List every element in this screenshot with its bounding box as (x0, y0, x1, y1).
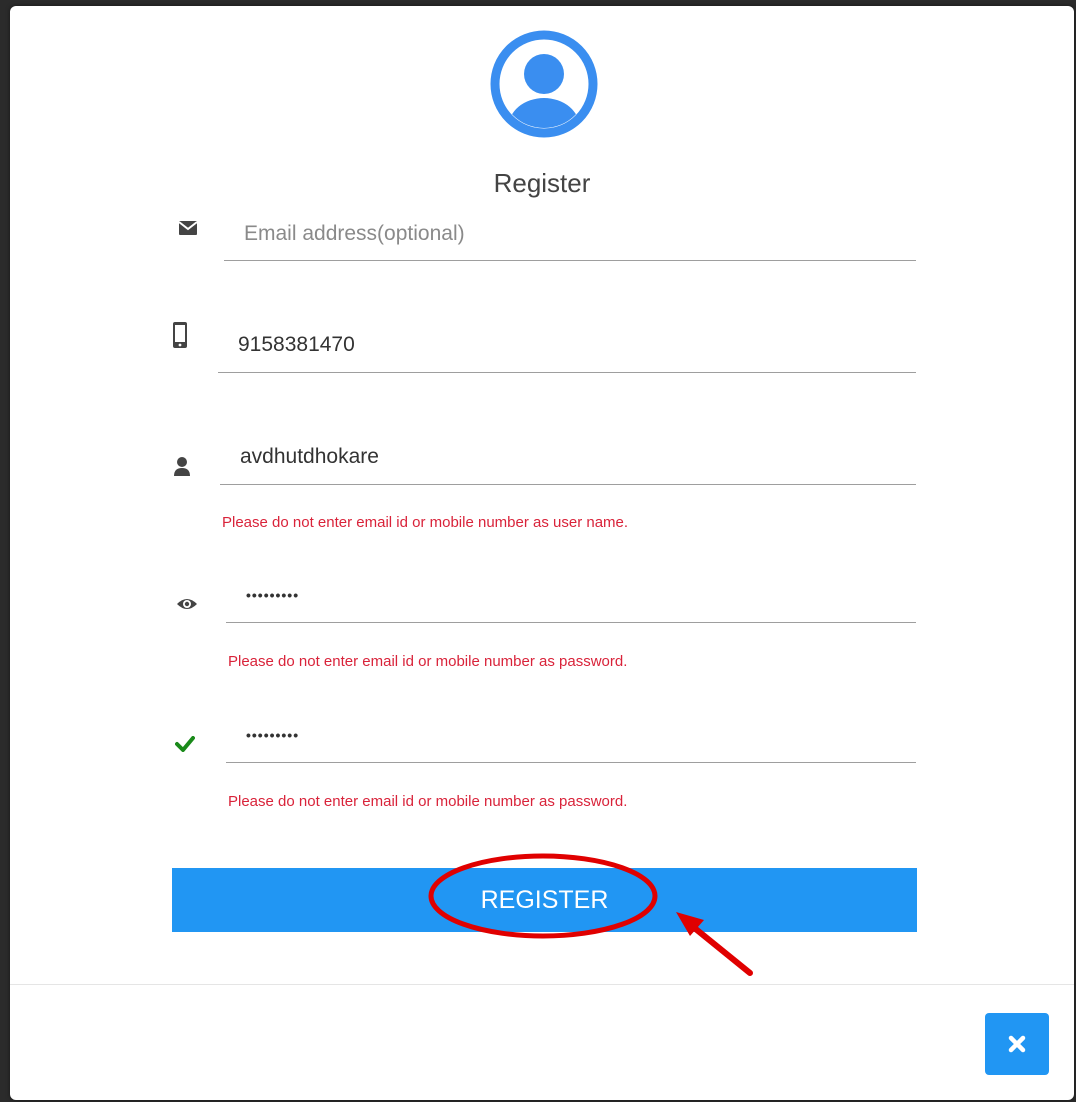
mobile-phone-icon (168, 322, 192, 348)
username-error-message: Please do not enter email id or mobile n… (222, 514, 629, 531)
password-error-message: Please do not enter email id or mobile n… (228, 653, 628, 670)
footer-divider (10, 984, 1074, 985)
username-field-wrapper (220, 430, 916, 485)
check-icon (173, 732, 197, 756)
mobile-field[interactable] (218, 318, 916, 372)
envelope-icon (176, 216, 200, 240)
email-field[interactable] (224, 208, 916, 260)
user-icon (170, 454, 194, 478)
email-field-wrapper (224, 208, 916, 261)
username-field[interactable] (220, 430, 916, 484)
register-button[interactable]: REGISTER (172, 868, 917, 932)
password-field-wrapper (226, 568, 916, 623)
confirm-password-error-message: Please do not enter email id or mobile n… (228, 793, 628, 810)
close-button[interactable] (985, 1013, 1049, 1075)
close-icon (1008, 1035, 1026, 1053)
register-dialog: Register Please do not enter email id or… (10, 6, 1074, 1100)
user-avatar-icon (490, 30, 598, 138)
password-field[interactable] (226, 568, 916, 622)
confirm-password-field[interactable] (226, 708, 916, 762)
annotation-arrow-line (689, 923, 753, 976)
confirm-password-field-wrapper (226, 708, 916, 763)
mobile-field-wrapper (218, 318, 916, 373)
dialog-title: Register (493, 168, 591, 198)
eye-icon[interactable] (175, 592, 199, 616)
